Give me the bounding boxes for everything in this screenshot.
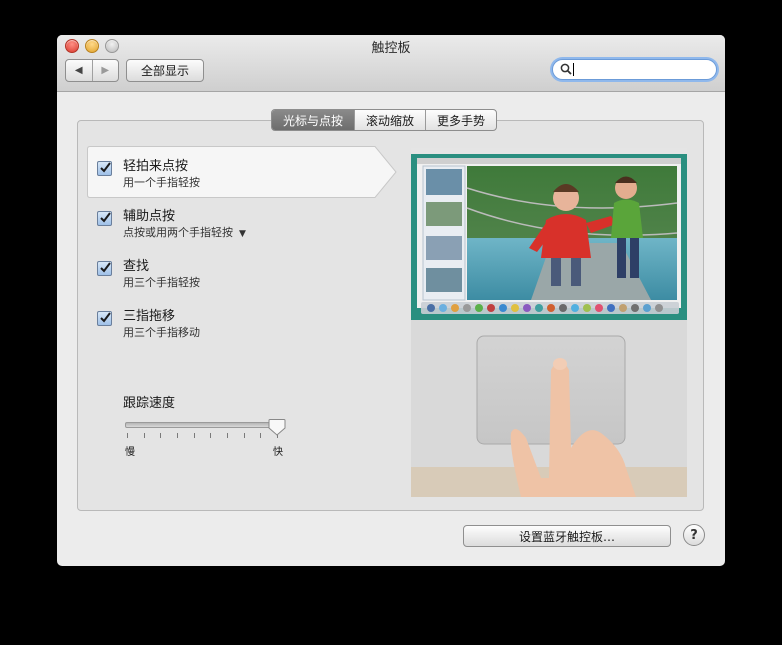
gesture-title: 辅助点按	[123, 209, 176, 224]
window-title: 触控板	[371, 41, 411, 56]
tab-scroll-zoom[interactable]: 滚动缩放	[354, 110, 425, 130]
slider-tick	[160, 433, 162, 438]
search-icon	[560, 63, 572, 75]
gesture-preview-video	[411, 148, 687, 497]
gesture-look-up[interactable]: 查找 用三个手指轻按	[97, 255, 347, 295]
checkmark-icon	[100, 262, 111, 273]
slider-tick	[227, 433, 228, 438]
slider-tick	[193, 433, 195, 438]
tracking-speed-label: 跟踪速度	[123, 396, 176, 411]
setup-bluetooth-trackpad-button[interactable]: 设置蓝牙触控板…	[463, 525, 671, 547]
tab-point-click[interactable]: 光标与点按	[272, 110, 355, 130]
slider-tick	[143, 433, 145, 438]
tab-bar: 光标与点按 滚动缩放 更多手势	[271, 109, 498, 131]
gesture-subtitle: 点按或用两个手指轻按	[123, 226, 233, 239]
menubar	[411, 148, 687, 154]
tab-more-gestures[interactable]: 更多手势	[425, 110, 496, 130]
gesture-subtitle: 用一个手指轻按	[123, 176, 200, 189]
gesture-title: 三指拖移	[123, 309, 176, 324]
back-forward-control: ◀ ▶	[65, 59, 119, 82]
back-arrow-icon[interactable]: ◀	[66, 60, 92, 81]
gesture-subtitle: 用三个手指轻按	[123, 276, 200, 289]
checkmark-icon	[100, 212, 111, 223]
forward-arrow-icon[interactable]: ▶	[91, 60, 119, 81]
slider-knob[interactable]	[268, 418, 286, 436]
slider-tick	[177, 433, 178, 438]
slider-tick	[127, 433, 128, 438]
slider-tick	[210, 433, 212, 438]
gesture-secondary-click[interactable]: 辅助点按 点按或用两个手指轻按 ▼	[97, 205, 347, 245]
gesture-subtitle: 用三个手指移动	[123, 326, 200, 339]
tap-to-click-checkbox[interactable]	[97, 161, 112, 176]
preferences-window: 触控板 ◀ ▶ 全部显示 光标与点按 滚动缩放 更多手势 轻拍来点按 用一个手指…	[57, 35, 725, 566]
secondary-click-checkbox[interactable]	[97, 211, 112, 226]
gesture-tap-to-click[interactable]: 轻拍来点按 用一个手指轻按	[97, 155, 347, 195]
titlebar: 触控板 ◀ ▶ 全部显示	[57, 35, 725, 92]
slider-max-label: 快	[273, 447, 283, 458]
checkmark-icon	[100, 312, 111, 323]
show-all-button[interactable]: 全部显示	[126, 59, 204, 82]
search-input[interactable]	[552, 59, 717, 80]
help-button[interactable]: ?	[683, 524, 705, 546]
gesture-title: 查找	[123, 259, 150, 274]
dropdown-arrow-icon[interactable]: ▼	[239, 229, 246, 239]
gesture-three-finger-drag[interactable]: 三指拖移 用三个手指移动	[97, 305, 347, 345]
checkmark-icon	[100, 162, 111, 173]
slider-tick	[243, 433, 245, 438]
slider-tick	[260, 433, 262, 438]
three-finger-drag-checkbox[interactable]	[97, 311, 112, 326]
slider-min-label: 慢	[125, 447, 135, 458]
look-up-checkbox[interactable]	[97, 261, 112, 276]
gesture-subtitle-dropdown[interactable]: 点按或用两个手指轻按 ▼	[123, 224, 246, 240]
gesture-title: 轻拍来点按	[123, 159, 189, 174]
text-cursor	[573, 63, 574, 76]
tracking-speed-slider[interactable]	[125, 422, 282, 428]
